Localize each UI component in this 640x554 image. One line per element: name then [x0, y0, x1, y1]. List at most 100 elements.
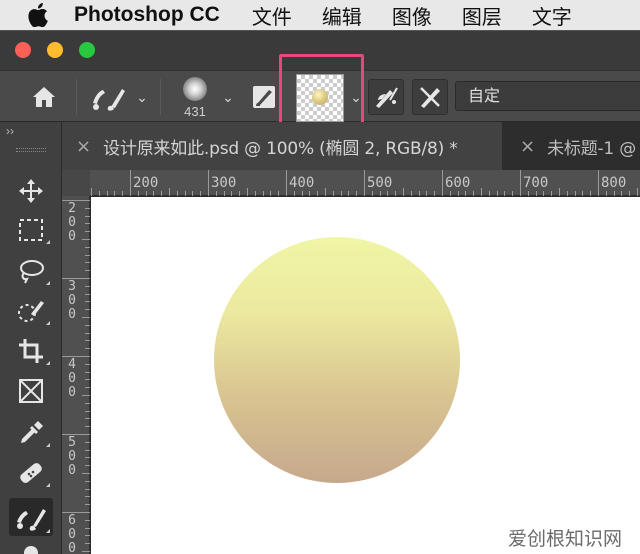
ruler-minor-tick — [85, 340, 90, 342]
ruler-minor-tick — [85, 449, 90, 451]
ruler-minor-tick — [82, 395, 90, 396]
ruler-label-digit: 0 — [68, 293, 76, 308]
ruler-minor-tick — [574, 191, 576, 196]
ruler-minor-tick — [82, 317, 90, 318]
ruler-minor-tick — [184, 191, 186, 196]
horizontal-ruler: 200 300 400 500 600 700 800 — [62, 170, 640, 196]
ruler-label: 600 — [445, 175, 471, 191]
ruler-minor-tick — [85, 231, 90, 233]
menu-type[interactable]: 文字 — [532, 1, 572, 30]
ellipse-2-shape[interactable] — [214, 237, 460, 483]
ruler-minor-tick — [348, 191, 350, 196]
ruler-minor-tick — [457, 191, 459, 196]
ruler-minor-tick — [215, 191, 217, 196]
ruler-minor-tick — [85, 504, 90, 506]
ruler-label-digit: 0 — [68, 307, 76, 322]
ruler-minor-tick — [85, 324, 90, 326]
tab-design-psd[interactable]: × 设计原来如此.psd @ 100% (椭圆 2, RGB/8) * — [62, 122, 502, 170]
close-window-button[interactable] — [15, 42, 31, 58]
ruler-minor-tick — [512, 191, 514, 196]
ruler-minor-tick — [278, 191, 280, 196]
ruler-minor-tick — [239, 191, 241, 196]
ruler-minor-tick — [85, 207, 90, 209]
ruler-minor-tick — [161, 191, 163, 196]
clean-brush-icon[interactable] — [412, 79, 448, 115]
tool-preset-dropdown[interactable]: ⌄ — [134, 87, 150, 107]
minimize-window-button[interactable] — [47, 42, 63, 58]
eyedropper-tool-icon[interactable] — [9, 416, 53, 450]
brush-size-label: 431 — [184, 104, 206, 119]
ruler-minor-tick — [85, 301, 90, 303]
ruler-minor-tick — [410, 191, 412, 196]
menu-layer[interactable]: 图层 — [462, 1, 502, 30]
marquee-tool-icon[interactable] — [9, 213, 53, 247]
quick-selection-tool-icon[interactable] — [9, 294, 53, 328]
ruler-major-tick — [62, 512, 90, 513]
ruler-major-tick — [286, 170, 287, 196]
ruler-minor-tick — [371, 191, 373, 196]
ruler-origin[interactable] — [62, 170, 90, 196]
brush-picker-dropdown[interactable]: ⌄ — [220, 87, 236, 107]
menu-file[interactable]: 文件 — [252, 1, 292, 30]
ruler-minor-tick — [153, 191, 155, 196]
menu-image[interactable]: 图像 — [392, 1, 432, 30]
next-tool-icon[interactable] — [24, 546, 38, 554]
document-canvas[interactable] — [91, 197, 640, 554]
ruler-minor-tick — [82, 551, 90, 552]
ruler-minor-tick — [356, 191, 358, 196]
load-brush-icon[interactable] — [368, 79, 404, 115]
ruler-minor-tick — [114, 191, 116, 196]
ruler-minor-tick — [605, 191, 607, 196]
close-tab-icon[interactable]: × — [520, 136, 535, 157]
ruler-minor-tick — [85, 535, 90, 537]
ruler-minor-tick — [223, 191, 225, 196]
current-brush-load-swatch[interactable] — [296, 74, 344, 122]
app-name-menu[interactable]: Photoshop CC — [74, 3, 220, 27]
ruler-major-tick — [598, 170, 599, 196]
zoom-window-button[interactable] — [79, 42, 95, 58]
ruler-minor-tick — [85, 441, 90, 443]
mixer-brush-tool-icon[interactable] — [9, 498, 53, 536]
ruler-minor-tick — [85, 543, 90, 545]
ruler-label: 200 — [133, 175, 159, 191]
ruler-label-digit: 0 — [68, 215, 76, 230]
ruler-minor-tick — [85, 387, 90, 389]
ruler-minor-tick — [504, 191, 506, 196]
mixer-brush-icon[interactable] — [88, 81, 128, 113]
ruler-minor-tick — [395, 191, 397, 196]
ruler-minor-tick — [85, 293, 90, 295]
brush-preview-icon[interactable] — [180, 75, 210, 103]
ruler-label-digit: 0 — [68, 371, 76, 386]
apple-icon[interactable] — [24, 3, 52, 27]
ruler-minor-tick — [309, 191, 311, 196]
ruler-label: 500 — [367, 175, 393, 191]
ruler-minor-tick — [527, 191, 529, 196]
ruler-minor-tick — [85, 363, 90, 365]
ruler-label: 300 — [211, 175, 237, 191]
ruler-major-tick — [364, 170, 365, 196]
ruler-label-digit: 0 — [68, 527, 76, 542]
ruler-major-tick — [520, 170, 521, 196]
ruler-minor-tick — [85, 371, 90, 373]
tab-label: 未标题-1 @ — [547, 138, 637, 159]
panel-grip[interactable] — [16, 148, 46, 152]
ruler-minor-tick — [426, 191, 428, 196]
ruler-minor-tick — [582, 191, 584, 196]
tab-untitled-1[interactable]: × 未标题-1 @ — [506, 122, 640, 170]
collapse-panel-icon[interactable]: ›› — [6, 124, 14, 138]
preset-select[interactable]: 自定 — [455, 81, 640, 111]
close-tab-icon[interactable]: × — [76, 136, 91, 157]
home-icon[interactable] — [28, 81, 60, 113]
frame-tool-icon[interactable] — [9, 374, 53, 408]
ruler-label: 700 — [523, 175, 549, 191]
brush-settings-icon[interactable] — [250, 83, 278, 111]
move-tool-icon[interactable] — [9, 174, 53, 208]
healing-brush-tool-icon[interactable] — [9, 456, 53, 490]
ruler-minor-tick — [85, 402, 90, 404]
menu-edit[interactable]: 编辑 — [322, 1, 362, 30]
ruler-minor-tick — [332, 191, 334, 196]
ruler-minor-tick — [169, 188, 170, 196]
ruler-minor-tick — [434, 191, 436, 196]
crop-tool-icon[interactable] — [9, 334, 53, 368]
lasso-tool-icon[interactable] — [9, 254, 53, 288]
